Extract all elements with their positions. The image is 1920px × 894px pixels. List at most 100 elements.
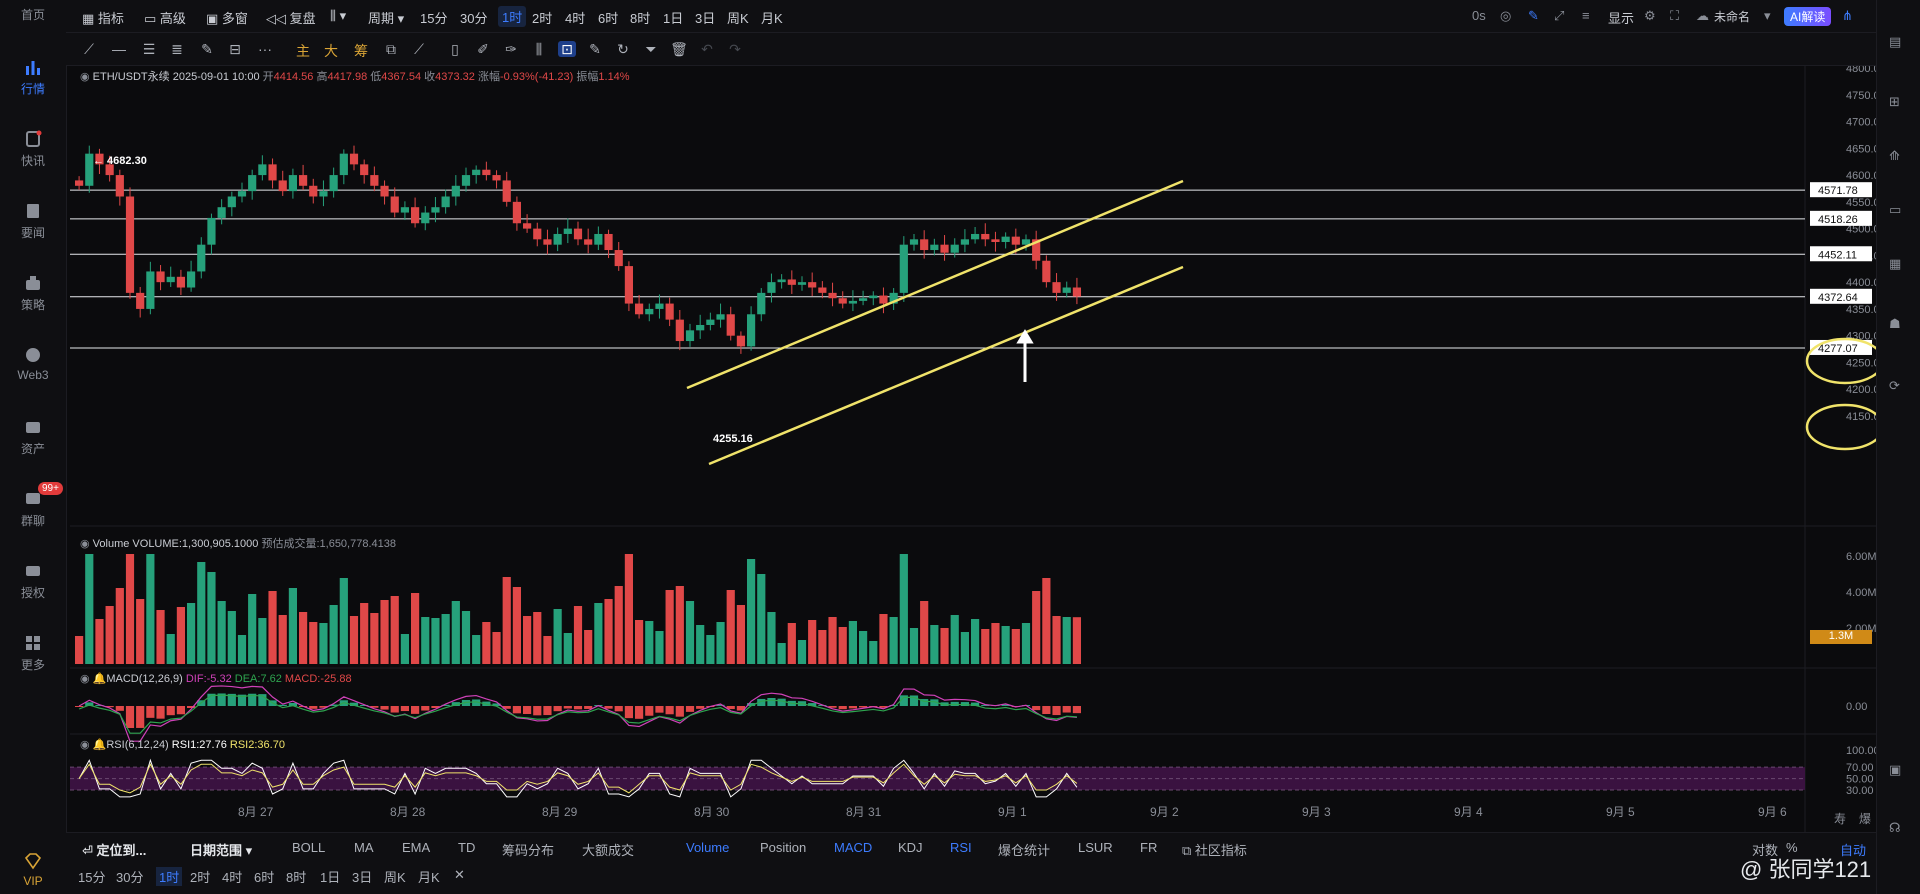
sub-volume[interactable]: Volume <box>686 840 729 855</box>
notes-icon[interactable]: ▤ <box>1889 34 1909 52</box>
advanced-button[interactable]: ▭ 高级 <box>144 8 186 27</box>
interval-week[interactable]: 周K <box>727 8 749 27</box>
horizontal-line-icon[interactable]: — <box>110 41 128 57</box>
filter-icon[interactable]: ⏷ <box>642 41 660 57</box>
measure-icon[interactable]: ✐ <box>474 41 492 57</box>
interval-15m[interactable]: 15分 <box>420 8 447 27</box>
channel-upper-line[interactable] <box>686 179 1184 390</box>
nav-more[interactable]: 更多 <box>0 634 66 673</box>
monitor-icon[interactable]: ▭ <box>1889 202 1909 220</box>
undo-icon[interactable]: ↶ <box>698 41 716 57</box>
indicator-ma[interactable]: MA <box>354 840 374 855</box>
indicator-big-trades[interactable]: 大额成交 <box>582 840 634 859</box>
nav-strategy[interactable]: 策略 <box>0 274 66 313</box>
bottom-interval-2h[interactable]: 2时 <box>190 867 210 886</box>
community-indicators[interactable]: ⧉ 社区指标 <box>1182 840 1247 859</box>
indicator-chip-dist[interactable]: 筹码分布 <box>502 840 554 859</box>
eraser-tool-icon[interactable]: ⟋ <box>410 41 428 57</box>
display-button[interactable]: 显示 <box>1608 8 1634 27</box>
headset-icon[interactable]: ☊ <box>1889 820 1909 838</box>
multi-line-icon[interactable]: ≣ <box>168 41 186 57</box>
interval-3d[interactable]: 3日 <box>695 8 715 27</box>
sub-liquidation[interactable]: 爆仓统计 <box>998 840 1050 859</box>
nav-authorize[interactable]: 授权 <box>0 562 66 601</box>
eye-icon[interactable]: ◉ <box>80 673 93 685</box>
bottom-interval-15m[interactable]: 15分 <box>78 867 105 886</box>
eye-icon[interactable]: ◉ <box>80 538 93 550</box>
main-indicator-button[interactable]: 主 <box>294 41 312 59</box>
gear-icon[interactable]: ⚙ <box>1644 8 1656 24</box>
indicator-boll[interactable]: BOLL <box>292 840 325 855</box>
chart-type-button[interactable]: ⫼ ▾ <box>330 8 346 24</box>
redo-icon[interactable]: ↷ <box>726 41 744 57</box>
trend-icon[interactable]: ⟰ <box>1889 148 1909 166</box>
fullscreen-icon[interactable]: ⤢ <box>1554 8 1564 24</box>
nav-chat[interactable]: 99+ 群聊 <box>0 482 66 529</box>
bell-icon[interactable]: 🔔 <box>93 739 107 751</box>
trash-icon[interactable]: 🗑 <box>670 41 688 57</box>
interval-1d[interactable]: 1日 <box>663 8 683 27</box>
close-icon[interactable]: ✕ <box>454 867 465 883</box>
nav-market[interactable]: 行情 <box>0 58 66 97</box>
magic-icon[interactable]: ↻ <box>614 41 632 57</box>
chart-area[interactable]: 4800.00 4750.00 4700.00 4650.00 4600.00 4550.… <box>70 32 1886 836</box>
note-icon[interactable]: ✎ <box>586 41 604 57</box>
calendar-icon[interactable]: ▦ <box>1889 256 1909 274</box>
sub-position[interactable]: Position <box>760 840 806 855</box>
bottom-interval-6h[interactable]: 6时 <box>254 867 274 886</box>
interval-2h[interactable]: 2时 <box>532 8 552 27</box>
nav-vip[interactable]: VIP <box>0 852 66 888</box>
bell-icon[interactable]: 🔔 <box>93 673 107 685</box>
bottom-interval-30m[interactable]: 30分 <box>116 867 143 886</box>
share-icon[interactable]: ⋔ <box>1842 8 1853 24</box>
candle-compare-icon[interactable]: ⫼ <box>530 41 548 57</box>
parallel-channel-icon[interactable]: ☰ <box>140 41 158 57</box>
interval-8h[interactable]: 8时 <box>630 8 650 27</box>
depth-icon[interactable]: ⊞ <box>1889 94 1909 112</box>
indicator-button[interactable]: ▦ 指标 <box>82 8 124 27</box>
multi-window-button[interactable]: ▣ 多窗 <box>206 8 248 27</box>
interval-month[interactable]: 月K <box>761 8 783 27</box>
bottom-interval-1d[interactable]: 1日 <box>320 867 340 886</box>
expand-icon[interactable]: ⛶ <box>1670 8 1679 24</box>
ruler-icon[interactable]: ⊟ <box>226 41 244 57</box>
sync-icon[interactable]: ⟳ <box>1889 378 1909 396</box>
layout-chevron-icon[interactable]: ▾ <box>1764 8 1771 24</box>
interval-1h[interactable]: 1时 <box>498 6 527 27</box>
bottom-interval-8h[interactable]: 8时 <box>286 867 306 886</box>
replay-button[interactable]: ◁◁ 复盘 <box>266 8 316 27</box>
eye-icon[interactable]: ◉ <box>80 739 93 751</box>
chart-svg[interactable]: 4800.00 4750.00 4700.00 4650.00 4600.00 4550.… <box>70 32 1886 832</box>
sub-macd[interactable]: MACD <box>834 840 872 855</box>
bottom-interval-month[interactable]: 月K <box>418 867 440 886</box>
nav-assets[interactable]: 资产 <box>0 418 66 457</box>
pencil-icon[interactable]: ▯ <box>446 41 464 57</box>
more-tools-icon[interactable]: ··· <box>256 41 274 57</box>
interval-30m[interactable]: 30分 <box>460 8 487 27</box>
price-axis[interactable]: 4800.00 4750.00 4700.00 4650.00 4600.00 4550.… <box>1846 63 1886 423</box>
sub-rsi[interactable]: RSI <box>950 840 972 855</box>
bottom-interval-3d[interactable]: 3日 <box>352 867 372 886</box>
sub-lsur[interactable]: LSUR <box>1078 840 1113 855</box>
lock-icon[interactable]: ⊡ <box>558 41 576 57</box>
camera-icon[interactable]: ◎ <box>1500 8 1511 24</box>
trendline-icon[interactable]: ⟋ <box>80 41 98 57</box>
period-dropdown[interactable]: 周期 ▾ <box>368 8 404 27</box>
nav-home[interactable]: 首页 <box>0 6 66 23</box>
big-order-button[interactable]: 大 <box>322 41 340 59</box>
robot-icon[interactable]: ☗ <box>1889 316 1909 334</box>
interval-4h[interactable]: 4时 <box>565 8 585 27</box>
magnet-icon[interactable]: ⧉ <box>382 41 400 57</box>
nav-headlines[interactable]: 要闻 <box>0 202 66 241</box>
indicator-td[interactable]: TD <box>458 840 475 855</box>
date-range-button[interactable]: 日期范围 ▾ <box>190 840 252 859</box>
list-icon[interactable]: ≡ <box>1582 8 1590 23</box>
sub-kdj[interactable]: KDJ <box>898 840 923 855</box>
panel-icon[interactable]: ▣ <box>1889 762 1909 780</box>
highlighter-icon[interactable]: ✑ <box>502 41 520 57</box>
sub-fr[interactable]: FR <box>1140 840 1157 855</box>
indicator-ema[interactable]: EMA <box>402 840 430 855</box>
layout-name[interactable]: 未命名 <box>1714 8 1750 25</box>
bottom-interval-4h[interactable]: 4时 <box>222 867 242 886</box>
bottom-interval-week[interactable]: 周K <box>384 867 406 886</box>
